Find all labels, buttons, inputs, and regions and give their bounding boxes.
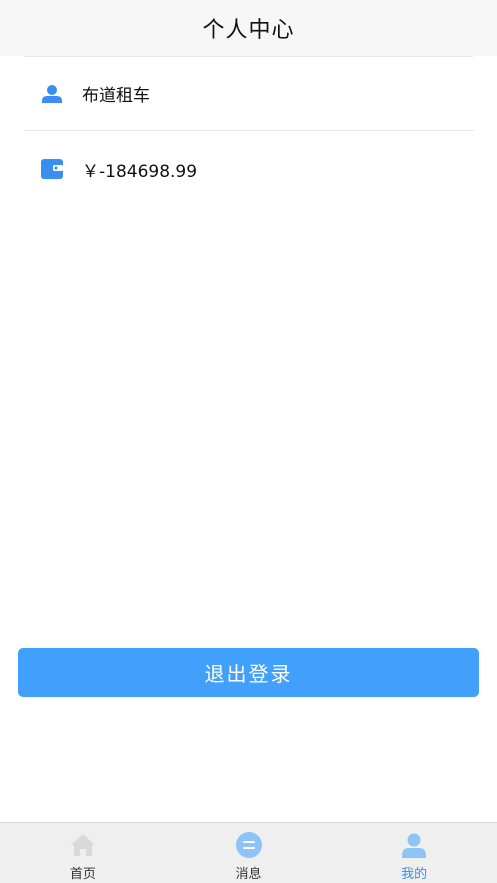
profile-username-row[interactable]: 布道租车 xyxy=(24,57,474,131)
page-title: 个人中心 xyxy=(202,18,295,43)
tab-mine[interactable]: 我的 xyxy=(331,823,497,883)
username-text: 布道租车 xyxy=(82,86,150,106)
user-icon xyxy=(40,82,64,106)
message-icon xyxy=(235,831,263,859)
tab-messages-label: 消息 xyxy=(235,867,262,882)
balance-text: ￥-184698.99 xyxy=(82,161,198,182)
bottom-tab-bar: 首页 消息 我的 xyxy=(0,822,497,883)
tab-home-label: 首页 xyxy=(69,867,96,882)
top-bar: 个人中心 xyxy=(0,0,497,56)
user-icon xyxy=(400,831,428,859)
logout-button[interactable]: 退出登录 xyxy=(18,648,479,697)
home-icon xyxy=(69,831,97,859)
tab-mine-label: 我的 xyxy=(401,867,428,882)
profile-balance-row[interactable]: ￥-184698.99 xyxy=(24,132,474,206)
tab-home[interactable]: 首页 xyxy=(0,823,166,883)
wallet-icon xyxy=(40,157,64,181)
tab-messages[interactable]: 消息 xyxy=(166,823,332,883)
